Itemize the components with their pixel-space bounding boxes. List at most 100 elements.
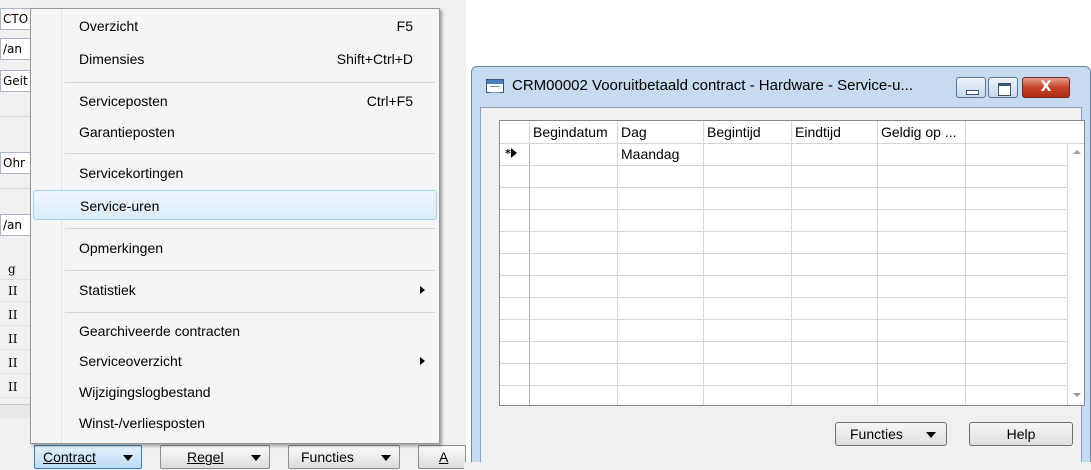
grid-cell[interactable] (878, 342, 966, 363)
menu-item-statistiek[interactable]: Statistiek (33, 275, 437, 305)
grid-cell[interactable] (618, 386, 704, 405)
grid-cell[interactable] (704, 210, 792, 231)
vertical-scrollbar[interactable] (1068, 144, 1084, 405)
menu-item-serviceoverzicht[interactable]: Serviceoverzicht (33, 346, 437, 376)
menu-item-serviceposten[interactable]: Serviceposten Ctrl+F5 (33, 86, 437, 116)
grid-cell[interactable] (878, 232, 966, 253)
grid-cell[interactable] (618, 254, 704, 275)
grid-cell[interactable] (618, 166, 704, 187)
row-selector[interactable]: * (500, 144, 530, 165)
grid-cell[interactable] (878, 320, 966, 341)
grid-cell[interactable] (704, 254, 792, 275)
menu-item-garantieposten[interactable]: Garantieposten (33, 117, 437, 147)
grid-cell[interactable] (792, 320, 878, 341)
grid-cell[interactable] (966, 210, 1068, 231)
functies-button[interactable]: Functies (835, 422, 947, 446)
grid-row[interactable] (500, 166, 1068, 188)
grid-cell[interactable] (704, 364, 792, 385)
grid-cell[interactable] (530, 320, 618, 341)
menu-item-overzicht[interactable]: Overzicht F5 (33, 11, 437, 41)
grid-cell[interactable] (618, 276, 704, 297)
functies-menu-button[interactable]: Functies (288, 445, 400, 469)
grid-cell[interactable] (966, 166, 1068, 187)
close-button[interactable]: X (1022, 77, 1070, 98)
grid-cell[interactable] (792, 386, 878, 405)
regel-menu-button[interactable]: Regel (160, 445, 270, 469)
bg-grid-row[interactable]: II (0, 304, 30, 326)
grid-cell[interactable] (618, 188, 704, 209)
grid-cell[interactable] (704, 188, 792, 209)
grid-cell[interactable] (618, 298, 704, 319)
grid-cell[interactable] (530, 188, 618, 209)
contract-menu-button[interactable]: Contract (34, 445, 142, 469)
grid-cell[interactable] (966, 144, 1068, 165)
a-menu-button[interactable]: A (418, 445, 466, 469)
help-button[interactable]: Help (969, 422, 1073, 446)
row-selector[interactable] (500, 386, 530, 405)
grid-cell[interactable] (966, 276, 1068, 297)
grid-cell[interactable] (704, 320, 792, 341)
row-selector[interactable] (500, 298, 530, 319)
row-selector[interactable] (500, 364, 530, 385)
grid-cell[interactable] (878, 386, 966, 405)
menu-item-winst-verliesposten[interactable]: Winst-/verliesposten (33, 408, 437, 438)
grid-cell[interactable] (966, 386, 1068, 405)
grid-cell[interactable] (530, 342, 618, 363)
grid-cell[interactable] (704, 298, 792, 319)
grid-cell[interactable] (704, 276, 792, 297)
grid-row[interactable] (500, 386, 1068, 405)
grid-row[interactable]: * Maandag (500, 144, 1068, 166)
grid-cell[interactable] (966, 254, 1068, 275)
column-header-begindatum[interactable]: Begindatum (530, 121, 618, 143)
grid-row[interactable] (500, 232, 1068, 254)
grid-cell[interactable] (704, 232, 792, 253)
grid-cell[interactable] (792, 166, 878, 187)
grid-cell[interactable] (878, 166, 966, 187)
scroll-up-icon[interactable] (1073, 150, 1081, 154)
grid-row[interactable] (500, 298, 1068, 320)
grid-cell[interactable] (792, 342, 878, 363)
minimize-button[interactable] (956, 77, 986, 98)
grid-cell[interactable]: Maandag (618, 144, 704, 165)
grid-row[interactable] (500, 364, 1068, 386)
row-selector[interactable] (500, 276, 530, 297)
column-header-dag[interactable]: Dag (618, 121, 704, 143)
row-selector[interactable] (500, 232, 530, 253)
grid-cell[interactable] (878, 364, 966, 385)
bg-grid-row[interactable]: II (0, 280, 30, 302)
grid-cell[interactable] (618, 364, 704, 385)
dialog-title-bar[interactable]: CRM00002 Vooruitbetaald contract - Hardw… (472, 67, 1090, 107)
grid-cell[interactable] (530, 254, 618, 275)
grid-cell[interactable] (704, 386, 792, 405)
bg-grid-row[interactable]: II (0, 352, 30, 374)
scroll-down-icon[interactable] (1073, 393, 1081, 397)
grid-cell[interactable] (966, 364, 1068, 385)
grid-cell[interactable] (966, 320, 1068, 341)
grid-row[interactable] (500, 342, 1068, 364)
grid-cell[interactable] (792, 254, 878, 275)
grid-cell[interactable] (530, 298, 618, 319)
grid-cell[interactable] (792, 188, 878, 209)
grid-cell[interactable] (704, 342, 792, 363)
grid-row[interactable] (500, 210, 1068, 232)
column-header-eindtijd[interactable]: Eindtijd (792, 121, 878, 143)
grid-cell[interactable] (530, 364, 618, 385)
menu-item-service-uren[interactable]: Service-uren (33, 190, 437, 220)
grid-cell[interactable] (792, 276, 878, 297)
grid-cell[interactable] (878, 188, 966, 209)
grid-cell[interactable] (530, 232, 618, 253)
row-selector[interactable] (500, 166, 530, 187)
grid-cell[interactable] (792, 298, 878, 319)
grid-cell[interactable] (792, 210, 878, 231)
grid-row[interactable] (500, 188, 1068, 210)
grid-cell[interactable] (792, 364, 878, 385)
grid-cell[interactable] (704, 144, 792, 165)
grid-cell[interactable] (966, 298, 1068, 319)
menu-item-opmerkingen[interactable]: Opmerkingen (33, 233, 437, 263)
menu-item-servicekortingen[interactable]: Servicekortingen (33, 158, 437, 188)
grid-cell[interactable] (704, 166, 792, 187)
grid-cell[interactable] (618, 232, 704, 253)
grid-cell[interactable] (878, 276, 966, 297)
menu-item-gearchiveerde-contracten[interactable]: Gearchiveerde contracten (33, 316, 437, 346)
menu-item-dimensies[interactable]: Dimensies Shift+Ctrl+D (33, 44, 437, 74)
